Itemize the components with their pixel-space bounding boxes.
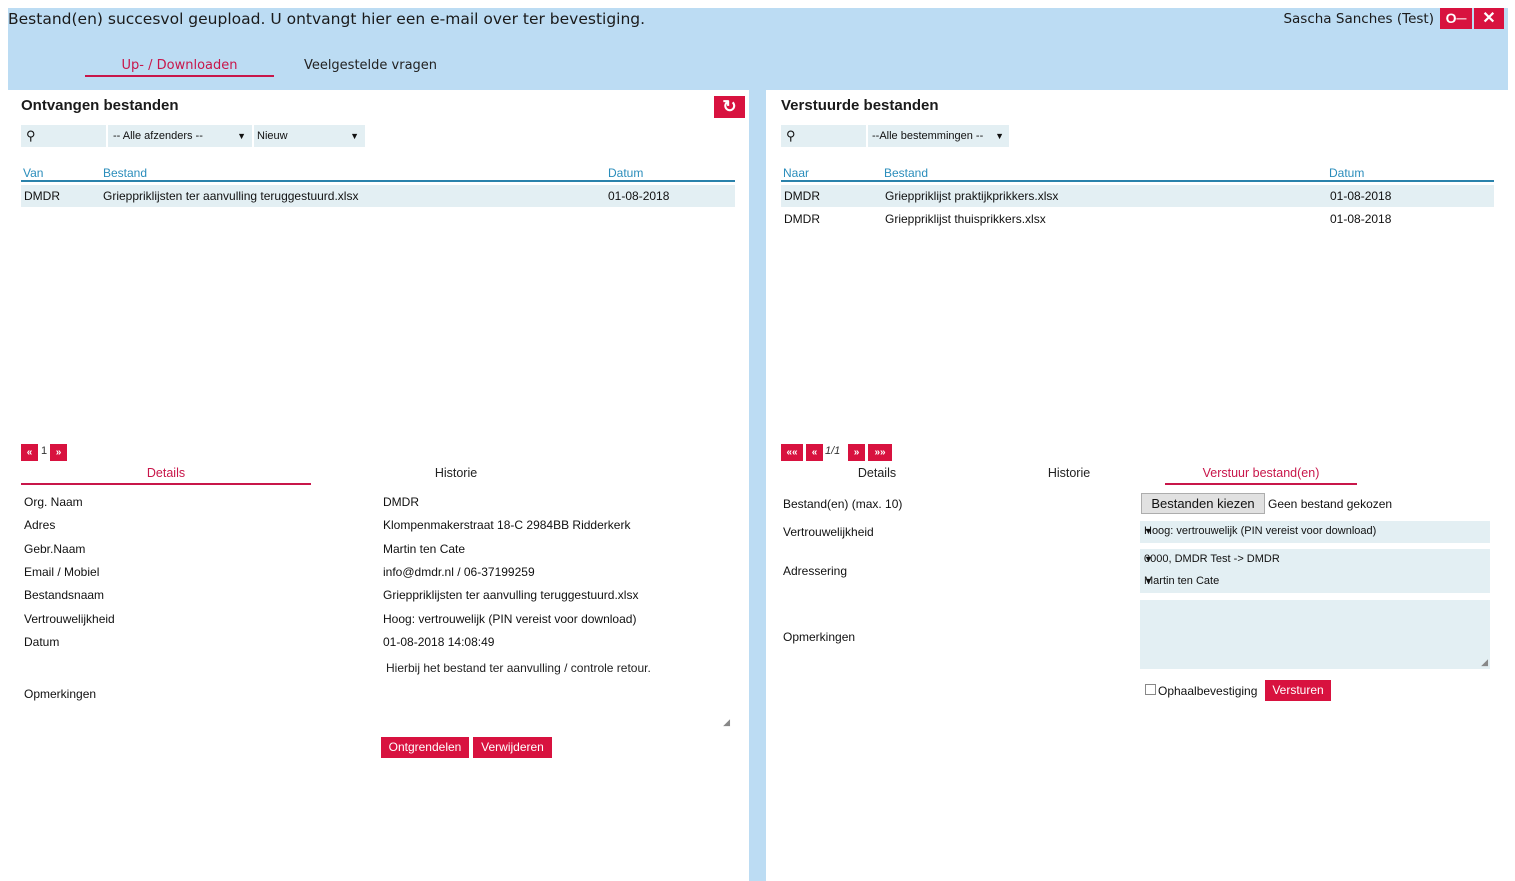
search-icon: ⚲: [786, 128, 796, 143]
confidentiality-label: Vertrouwelijkheid: [783, 525, 874, 539]
remarks-textarea[interactable]: Hierbij het bestand ter aanvulling / con…: [381, 655, 732, 729]
addressing-label: Adressering: [783, 564, 848, 578]
sent-search-input[interactable]: ⚲: [781, 125, 866, 147]
field-label: Vertrouwelijkheid: [24, 612, 115, 626]
field-value: Martin ten Cate: [383, 542, 466, 556]
page-number: 1/1: [825, 445, 841, 457]
field-value: Hoog: vertrouwelijk (PIN vereist voor do…: [383, 612, 637, 626]
resize-handle-icon[interactable]: ◢: [1481, 657, 1488, 668]
row-date: 01-08-2018: [1330, 212, 1392, 226]
first-page-button[interactable]: ««: [781, 444, 803, 461]
sender-filter-select[interactable]: -- Alle afzenders -- ▼: [108, 125, 252, 147]
next-page-button[interactable]: »: [50, 444, 67, 461]
last-page-button[interactable]: »»: [868, 444, 892, 461]
column-bestand[interactable]: Bestand: [884, 166, 928, 180]
field-value: info@dmdr.nl / 06-37199259: [383, 565, 535, 579]
tab-veelgestelde-vragen[interactable]: Veelgestelde vragen: [298, 58, 443, 77]
field-label: Bestandsnaam: [24, 588, 105, 602]
field-value: 01-08-2018 14:08:49: [383, 635, 495, 649]
column-datum[interactable]: Datum: [1329, 166, 1364, 180]
chevron-down-icon: ▼: [1144, 576, 1153, 586]
close-icon[interactable]: ✕: [1474, 8, 1504, 29]
field-value: Grieppriklijsten ter aanvulling terugges…: [383, 588, 639, 602]
chevron-down-icon: ▼: [350, 131, 359, 141]
row-file: Grieppriklijst praktijkprikkers.xlsx: [885, 189, 1059, 203]
upload-success-message: Bestand(en) succesvol geupload. U ontvan…: [8, 10, 646, 28]
choose-files-button[interactable]: Bestanden kiezen: [1141, 493, 1265, 514]
send-remarks-label: Opmerkingen: [783, 630, 856, 644]
send-remarks-textarea[interactable]: ◢: [1140, 600, 1490, 669]
resize-handle-icon[interactable]: ◢: [723, 717, 730, 728]
table-row[interactable]: DMDR Grieppriklijst praktijkprikkers.xls…: [781, 185, 1494, 207]
column-van[interactable]: Van: [23, 166, 43, 180]
status-filter-value: Nieuw: [257, 130, 288, 142]
next-page-button[interactable]: »: [848, 444, 865, 461]
key-icon[interactable]: O─: [1440, 8, 1472, 29]
prev-page-button[interactable]: «: [806, 444, 823, 461]
row-file: Grieppriklijst thuisprikkers.xlsx: [885, 212, 1046, 226]
prev-page-button[interactable]: «: [21, 444, 38, 461]
row-to: DMDR: [784, 212, 820, 226]
received-table-header: Van Bestand Datum: [21, 164, 735, 182]
column-datum[interactable]: Datum: [608, 166, 643, 180]
address-person-select[interactable]: Martin ten Cate ▼: [1140, 571, 1490, 593]
remarks-label: Opmerkingen: [24, 687, 97, 701]
tab-historie[interactable]: Historie: [973, 466, 1165, 485]
destination-filter-value: --Alle bestemmingen --: [872, 130, 984, 142]
sent-title: Verstuurde bestanden: [781, 97, 939, 114]
tab-historie[interactable]: Historie: [311, 466, 601, 485]
status-filter-select[interactable]: Nieuw ▼: [254, 125, 365, 147]
field-value: DMDR: [383, 495, 419, 509]
address-org-select[interactable]: 0000, DMDR Test -> DMDR ▼: [1140, 549, 1490, 571]
files-label: Bestand(en) (max. 10): [783, 497, 903, 511]
refresh-icon[interactable]: ↻: [714, 96, 745, 118]
column-bestand[interactable]: Bestand: [103, 166, 147, 180]
tab-up-downloaden[interactable]: Up- / Downloaden: [85, 58, 274, 77]
panel-divider: [749, 90, 766, 881]
confidentiality-select[interactable]: Hoog: vertrouwelijk (PIN vereist voor do…: [1140, 521, 1490, 543]
delete-button[interactable]: Verwijderen: [473, 737, 552, 758]
search-icon: ⚲: [26, 128, 36, 143]
top-bar: Bestand(en) succesvol geupload. U ontvan…: [8, 8, 1508, 90]
field-label: Adres: [24, 518, 56, 532]
table-row[interactable]: DMDR Grieppriklijst thuisprikkers.xlsx 0…: [781, 208, 1494, 230]
row-to: DMDR: [784, 189, 820, 203]
sender-filter-value: -- Alle afzenders --: [113, 130, 203, 142]
chevron-down-icon: ▼: [1144, 554, 1153, 564]
no-file-chosen: Geen bestand gekozen: [1268, 497, 1393, 511]
field-label: Org. Naam: [24, 495, 83, 509]
unlock-button[interactable]: Ontgrendelen: [381, 737, 469, 758]
chevron-down-icon: ▼: [995, 131, 1004, 141]
chevron-down-icon: ▼: [237, 131, 246, 141]
received-search-input[interactable]: ⚲: [21, 125, 106, 147]
page-number: 1: [41, 445, 48, 457]
row-from: DMDR: [24, 189, 60, 203]
user-name: Sascha Sanches (Test): [1283, 11, 1434, 27]
pickup-confirmation-checkbox[interactable]: [1145, 684, 1156, 695]
sent-table-header: Naar Bestand Datum: [781, 164, 1494, 182]
field-label: Email / Mobiel: [24, 565, 100, 579]
received-title: Ontvangen bestanden: [21, 97, 179, 114]
field-value: Klompenmakerstraat 18-C 2984BB Ridderker…: [383, 518, 631, 532]
field-label: Gebr.Naam: [24, 542, 86, 556]
send-button[interactable]: Versturen: [1265, 680, 1331, 701]
row-date: 01-08-2018: [1330, 189, 1392, 203]
chevron-down-icon: ▼: [1144, 526, 1153, 536]
row-file: Grieppriklijsten ter aanvulling terugges…: [103, 189, 359, 203]
destination-filter-select[interactable]: --Alle bestemmingen -- ▼: [868, 125, 1009, 147]
column-naar[interactable]: Naar: [783, 166, 809, 180]
field-label: Datum: [24, 635, 60, 649]
pickup-confirmation-label: Ophaalbevestiging: [1158, 684, 1258, 698]
tab-details[interactable]: Details: [21, 466, 311, 485]
remarks-text: Hierbij het bestand ter aanvulling / con…: [386, 661, 651, 675]
tab-verstuur-bestanden[interactable]: Verstuur bestand(en): [1165, 466, 1357, 485]
tab-details[interactable]: Details: [781, 466, 973, 485]
table-row[interactable]: DMDR Grieppriklijsten ter aanvulling ter…: [21, 185, 735, 207]
row-date: 01-08-2018: [608, 189, 670, 203]
